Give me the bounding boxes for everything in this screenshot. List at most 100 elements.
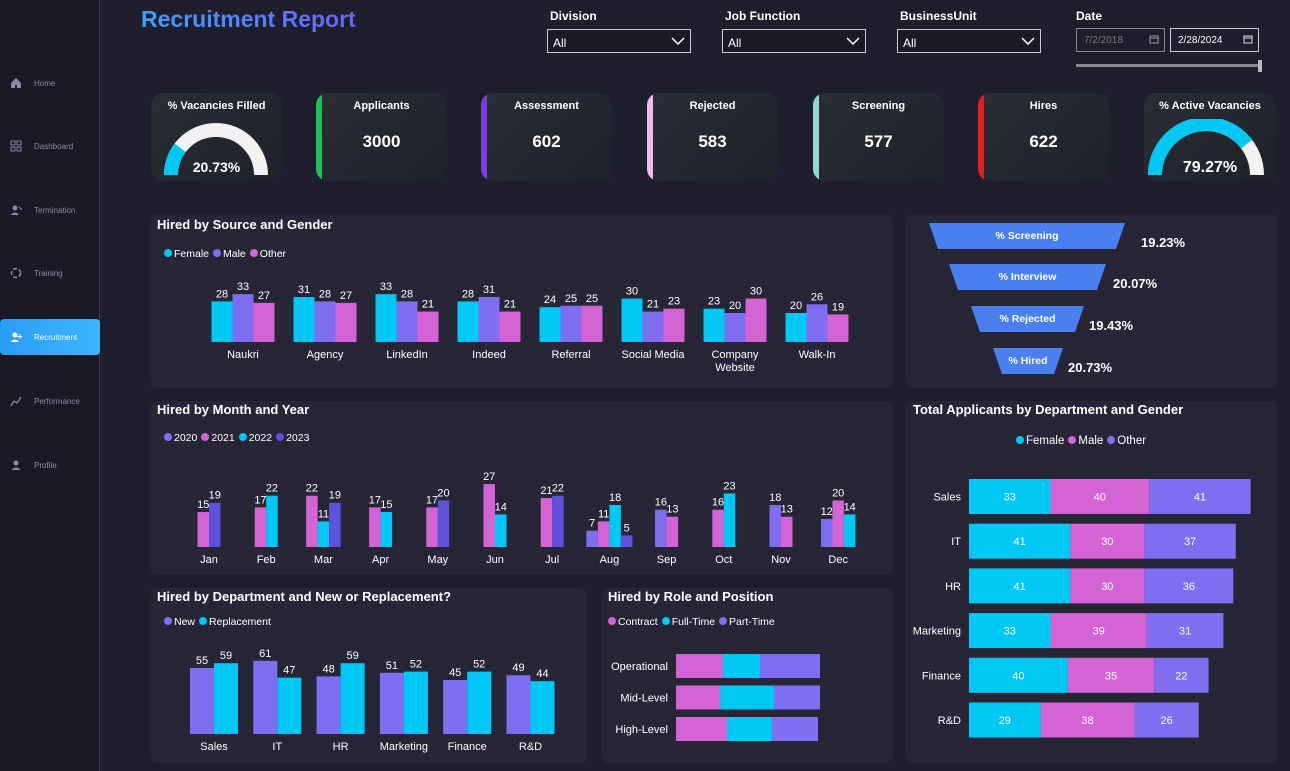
bar-2023[interactable]: [209, 502, 221, 547]
category-label: Operational: [611, 661, 668, 673]
bar-2021[interactable]: [781, 516, 793, 547]
bar-2023[interactable]: [620, 535, 633, 547]
bar-2021[interactable]: [832, 500, 844, 547]
bar-other[interactable]: [827, 314, 849, 342]
bar-male[interactable]: [806, 304, 828, 342]
bar-2023[interactable]: [437, 500, 450, 547]
bar-new[interactable]: [379, 672, 404, 734]
bar-replacement[interactable]: [403, 671, 428, 734]
bar-new[interactable]: [190, 668, 214, 734]
bar-replacement[interactable]: [530, 681, 555, 734]
bar-value-label: 30: [626, 286, 638, 298]
bar-female[interactable]: [375, 294, 397, 342]
bar-2022[interactable]: [723, 493, 736, 547]
bar-female[interactable]: [293, 297, 315, 342]
date-start-input[interactable]: 7/2/2018: [1076, 28, 1165, 52]
bar-male[interactable]: [724, 313, 746, 342]
bar-2021[interactable]: [426, 507, 438, 547]
bar-other[interactable]: [663, 308, 685, 342]
bar-new[interactable]: [253, 660, 278, 734]
sidebar-item-termination[interactable]: Termination: [0, 192, 100, 228]
date-slider-track[interactable]: [1076, 64, 1262, 67]
bar-value-label: 21: [647, 299, 659, 311]
bar-replacement[interactable]: [467, 671, 492, 734]
bar-2021[interactable]: [254, 507, 267, 547]
bar-2022[interactable]: [495, 514, 507, 547]
bar-2021[interactable]: [483, 484, 496, 547]
bar-part-time[interactable]: [772, 717, 818, 741]
bar-male[interactable]: [232, 294, 254, 342]
bar-2020[interactable]: [820, 519, 833, 547]
bar-contract[interactable]: [676, 717, 727, 741]
job-function-label: Job Function: [725, 9, 801, 23]
job-function-dropdown[interactable]: All: [722, 29, 866, 53]
bar-male[interactable]: [314, 301, 336, 342]
bar-value-label: 14: [495, 501, 507, 513]
bar-2020[interactable]: [769, 505, 782, 547]
funnel-stage-label: % Interview: [999, 271, 1058, 283]
bar-2021[interactable]: [712, 509, 724, 547]
sidebar-item-recruitment[interactable]: Recruitment: [0, 319, 100, 355]
bar-female[interactable]: [539, 307, 561, 342]
bar-2021[interactable]: [666, 516, 679, 547]
bar-female[interactable]: [211, 301, 233, 342]
bar-2022[interactable]: [380, 512, 393, 547]
bar-2020[interactable]: [586, 530, 598, 547]
date-label: Date: [1076, 9, 1103, 23]
business-unit-label: BusinessUnit: [900, 9, 977, 23]
bar-other[interactable]: [417, 311, 439, 342]
bar-male[interactable]: [560, 305, 582, 342]
bar-2022[interactable]: [266, 495, 278, 547]
date-slider-handle[interactable]: [1258, 60, 1262, 72]
bar-other[interactable]: [335, 302, 357, 342]
bar-part-time[interactable]: [760, 654, 820, 678]
division-dropdown[interactable]: All: [547, 29, 691, 53]
bar-2022[interactable]: [843, 514, 856, 547]
sidebar-item-profile[interactable]: Profile: [0, 447, 100, 483]
sidebar-item-home[interactable]: Home: [0, 65, 100, 101]
bar-part-time[interactable]: [774, 685, 820, 710]
bar-2022[interactable]: [317, 521, 330, 547]
bar-2023[interactable]: [329, 502, 341, 547]
bar-female[interactable]: [457, 301, 479, 342]
bar-female[interactable]: [621, 298, 643, 343]
bar-2021[interactable]: [306, 495, 318, 547]
bar-contract[interactable]: [676, 654, 723, 678]
bar-2020[interactable]: [655, 509, 667, 547]
bar-new[interactable]: [316, 676, 341, 734]
role-chart: Operational Mid-Level High-Level: [611, 654, 820, 741]
sidebar-item-performance[interactable]: Performance: [0, 383, 100, 419]
bar-full-time[interactable]: [723, 654, 760, 678]
bar-full-time[interactable]: [720, 685, 774, 710]
bar-new[interactable]: [443, 680, 468, 734]
bar-full-time[interactable]: [727, 717, 772, 741]
bar-2021[interactable]: [197, 512, 210, 547]
bar-replacement[interactable]: [340, 663, 365, 734]
dept-new-chart: 55 59 Sales 61 47 IT 48 59 HR 51 52 Marketing 45 52 Fi…: [190, 648, 555, 753]
bar-other[interactable]: [581, 305, 603, 342]
category-label: Social Media: [622, 349, 686, 361]
category-label: May: [427, 554, 448, 566]
bar-2023[interactable]: [552, 495, 564, 547]
bar-other[interactable]: [745, 298, 767, 343]
bar-female[interactable]: [785, 313, 807, 342]
bar-male[interactable]: [642, 311, 664, 342]
bar-2022[interactable]: [609, 505, 621, 547]
bar-male[interactable]: [396, 301, 418, 342]
bar-other[interactable]: [499, 311, 521, 342]
bar-2021[interactable]: [540, 498, 553, 547]
sidebar-item-training[interactable]: Training: [0, 255, 100, 291]
bar-replacement[interactable]: [214, 663, 238, 734]
bar-male[interactable]: [478, 297, 500, 342]
bar-value-label: 23: [723, 480, 735, 492]
sidebar-item-dashboard[interactable]: Dashboard: [0, 128, 100, 164]
bar-replacement[interactable]: [277, 677, 302, 734]
bar-contract[interactable]: [676, 685, 720, 710]
business-unit-dropdown[interactable]: All: [897, 29, 1041, 53]
bar-other[interactable]: [253, 302, 275, 342]
bar-new[interactable]: [506, 675, 531, 734]
bar-2021[interactable]: [369, 507, 381, 547]
bar-2021[interactable]: [597, 521, 610, 547]
bar-female[interactable]: [703, 308, 725, 342]
date-end-input[interactable]: 2/28/2024: [1170, 28, 1259, 52]
